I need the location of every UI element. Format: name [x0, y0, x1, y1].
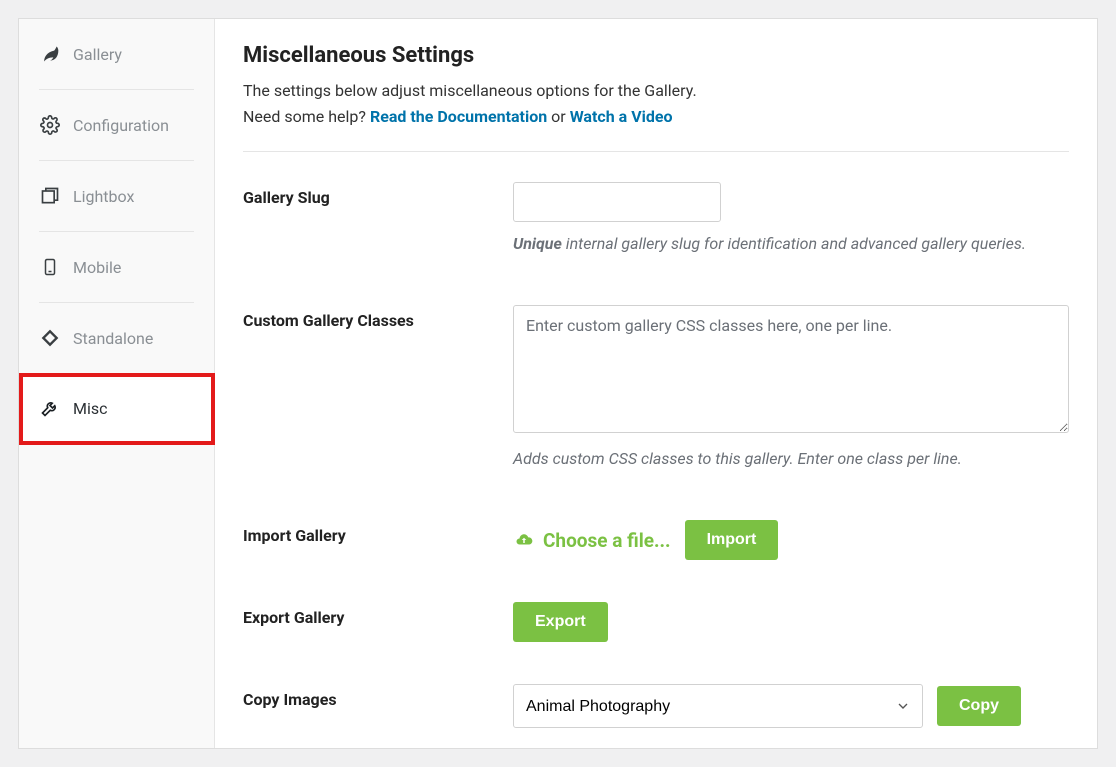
row-custom-classes: Custom Gallery Classes Adds custom CSS c… [243, 305, 1069, 468]
row-export-gallery: Export Gallery Export [243, 602, 1069, 642]
label-export-gallery: Export Gallery [243, 608, 513, 627]
help-bold: Unique [513, 234, 562, 253]
sidebar-item-label: Misc [73, 399, 108, 418]
help-rest: internal gallery slug for identification… [562, 234, 1026, 253]
desc-line2-prefix: Need some help? [243, 107, 370, 126]
diamond-icon [39, 327, 61, 349]
sidebar-item-gallery[interactable]: Gallery [19, 19, 214, 89]
wrench-icon [39, 397, 61, 419]
leaf-icon [39, 43, 61, 65]
export-button[interactable]: Export [513, 602, 608, 642]
choose-file-label: Choose a file... [543, 529, 671, 552]
divider [243, 151, 1069, 152]
sidebar-item-label: Gallery [73, 45, 122, 64]
sidebar-item-label: Configuration [73, 116, 169, 135]
sidebar-item-lightbox[interactable]: Lightbox [19, 161, 214, 231]
row-copy-images: Copy Images Animal Photography Copy [243, 684, 1069, 728]
sidebar-item-label: Standalone [73, 329, 153, 348]
cloud-upload-icon [513, 531, 535, 549]
page-title: Miscellaneous Settings [243, 43, 1069, 68]
video-link[interactable]: Watch a Video [570, 107, 673, 126]
sidebar: Gallery Configuration Lightbox [19, 19, 215, 748]
row-import-gallery: Import Gallery Choose a file... Import [243, 520, 1069, 560]
gear-icon [39, 114, 61, 136]
label-import-gallery: Import Gallery [243, 526, 513, 545]
help-gallery-slug: Unique internal gallery slug for identif… [513, 234, 1069, 253]
label-custom-classes: Custom Gallery Classes [243, 311, 513, 330]
sidebar-item-mobile[interactable]: Mobile [19, 232, 214, 302]
sidebar-item-configuration[interactable]: Configuration [19, 90, 214, 160]
desc-line1: The settings below adjust miscellaneous … [243, 81, 697, 100]
main-content: Miscellaneous Settings The settings belo… [215, 19, 1097, 748]
label-gallery-slug: Gallery Slug [243, 188, 513, 207]
sidebar-item-standalone[interactable]: Standalone [19, 303, 214, 373]
doc-link[interactable]: Read the Documentation [370, 107, 547, 126]
choose-file-link[interactable]: Choose a file... [513, 529, 671, 552]
sidebar-item-label: Lightbox [73, 187, 134, 206]
sidebar-item-label: Mobile [73, 258, 121, 277]
help-custom-classes: Adds custom CSS classes to this gallery.… [513, 449, 1069, 468]
gallery-slug-input[interactable] [513, 182, 721, 222]
sidebar-item-misc[interactable]: Misc [19, 373, 214, 443]
row-gallery-slug: Gallery Slug Unique internal gallery slu… [243, 182, 1069, 253]
copy-images-select[interactable]: Animal Photography [513, 684, 923, 728]
label-copy-images: Copy Images [243, 690, 513, 709]
desc-or: or [547, 107, 569, 126]
custom-classes-textarea[interactable] [513, 305, 1069, 433]
mobile-icon [39, 256, 61, 278]
copy-button[interactable]: Copy [937, 686, 1021, 726]
import-button[interactable]: Import [685, 520, 779, 560]
page-description: The settings below adjust miscellaneous … [243, 78, 1069, 129]
settings-card: Gallery Configuration Lightbox [18, 18, 1098, 749]
layers-icon [39, 185, 61, 207]
